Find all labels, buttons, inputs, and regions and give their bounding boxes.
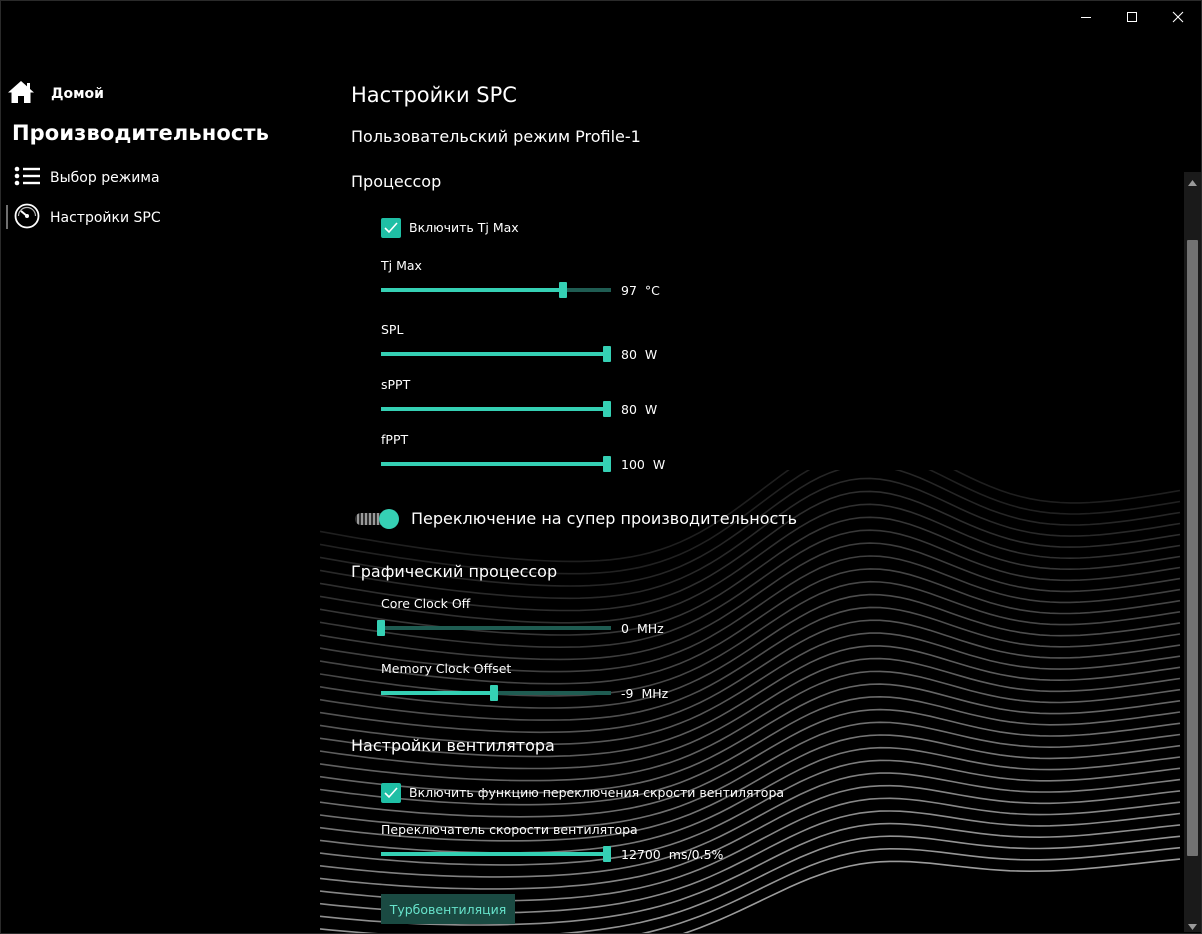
memory-clock-value-unit: MHz: [641, 686, 669, 701]
close-button[interactable]: [1155, 0, 1201, 34]
fan-speed-slider-label: Переключатель скорости вентилятора: [381, 822, 638, 837]
nav-item-spc-settings-label: Настройки SPC: [50, 210, 161, 226]
fppt-slider[interactable]: [381, 456, 611, 472]
tjmax-value-unit: °C: [644, 283, 660, 298]
fppt-value: 100 W: [621, 457, 665, 472]
tjmax-checkbox[interactable]: [381, 218, 401, 238]
toggle-knob: [379, 509, 399, 529]
slider-thumb[interactable]: [603, 456, 611, 472]
fppt-slider-label: fPPT: [381, 432, 409, 447]
core-clock-value: 0 MHz: [621, 621, 664, 636]
profile-subtitle: Пользовательский режим Profile-1: [351, 127, 641, 146]
slider-thumb[interactable]: [603, 401, 611, 417]
slider-thumb[interactable]: [559, 282, 567, 298]
home-icon: [7, 80, 35, 108]
slider-fill: [381, 691, 494, 695]
nav-item-mode-select-label: Выбор режима: [50, 170, 160, 186]
slider-fill: [381, 352, 611, 356]
spl-slider[interactable]: [381, 346, 611, 362]
tjmax-value-number: 97: [621, 283, 637, 298]
sppt-value: 80 W: [621, 402, 657, 417]
slider-thumb[interactable]: [603, 346, 611, 362]
fan-speed-slider[interactable]: [381, 846, 611, 862]
memory-clock-value: -9 MHz: [621, 686, 668, 701]
core-clock-slider-label: Core Clock Off: [381, 596, 471, 611]
slider-fill: [381, 852, 611, 856]
slider-fill: [381, 407, 611, 411]
minimize-icon: [1080, 11, 1092, 23]
maximize-icon: [1126, 11, 1138, 23]
sppt-value-unit: W: [644, 402, 658, 417]
scroll-up-button[interactable]: [1184, 172, 1201, 188]
sppt-value-number: 80: [621, 402, 637, 417]
slider-thumb[interactable]: [490, 685, 498, 701]
nav-item-mode-select[interactable]: Выбор режима: [14, 165, 160, 191]
scroll-down-button[interactable]: [1184, 916, 1201, 932]
nav-home-label: Домой: [51, 86, 104, 102]
core-clock-slider[interactable]: [377, 620, 611, 636]
tjmax-slider[interactable]: [381, 282, 611, 298]
chevron-up-icon: [1188, 171, 1197, 190]
spl-value: 80 W: [621, 347, 657, 362]
fan-speed-value: 12700 ms/0.5%: [621, 847, 723, 862]
fan-speed-value-unit: ms/0.5%: [668, 847, 724, 862]
list-icon: [14, 166, 40, 190]
fan-switch-checkbox-label: Включить функцию переключения скрости ве…: [409, 785, 785, 800]
slider-fill: [381, 462, 611, 466]
memory-clock-value-number: -9: [621, 686, 634, 701]
fan-section-title: Настройки вентилятора: [351, 736, 555, 755]
gauge-icon: [14, 203, 40, 233]
app-window: Домой Производительность Выбор режима На…: [0, 0, 1202, 934]
page-title: Настройки SPC: [351, 83, 517, 107]
wave-background: [320, 470, 1181, 934]
slider-thumb[interactable]: [377, 620, 385, 636]
super-performance-toggle[interactable]: [355, 509, 399, 529]
tjmax-checkbox-label: Включить Tj Max: [409, 220, 519, 235]
super-performance-label: Переключение на супер производительность: [411, 509, 798, 528]
fppt-value-number: 100: [621, 457, 645, 472]
wave-line: [320, 708, 1181, 818]
memory-clock-slider[interactable]: [381, 685, 611, 701]
nav-section-title: Производительность: [12, 121, 270, 145]
maximize-button[interactable]: [1109, 0, 1155, 34]
slider-track: [381, 626, 611, 630]
chevron-down-icon: [1188, 915, 1197, 934]
close-icon: [1172, 11, 1184, 23]
tjmax-slider-label: Tj Max: [381, 258, 422, 273]
spl-value-number: 80: [621, 347, 637, 362]
core-clock-value-unit: MHz: [636, 621, 664, 636]
nav-selected-indicator: [6, 205, 8, 229]
slider-thumb[interactable]: [603, 846, 611, 862]
fan-switch-checkbox[interactable]: [381, 783, 401, 803]
nav-item-spc-settings[interactable]: Настройки SPC: [14, 203, 161, 233]
memory-clock-slider-label: Memory Clock Offset: [381, 661, 512, 676]
sppt-slider[interactable]: [381, 401, 611, 417]
scroll-thumb[interactable]: [1187, 240, 1198, 856]
spl-slider-label: SPL: [381, 322, 404, 337]
nav-home[interactable]: Домой: [7, 80, 104, 108]
tjmax-value: 97 °C: [621, 283, 660, 298]
gpu-section-title: Графический процессор: [351, 562, 558, 581]
core-clock-value-number: 0: [621, 621, 629, 636]
fppt-value-unit: W: [652, 457, 666, 472]
slider-fill: [381, 288, 563, 292]
spl-value-unit: W: [644, 347, 658, 362]
cpu-section-title: Процессор: [351, 172, 442, 191]
turbo-fan-button[interactable]: Турбовентиляция: [381, 894, 515, 924]
fan-speed-value-number: 12700: [621, 847, 661, 862]
minimize-button[interactable]: [1063, 0, 1109, 34]
sppt-slider-label: sPPT: [381, 377, 411, 392]
vertical-scrollbar[interactable]: [1184, 172, 1201, 932]
